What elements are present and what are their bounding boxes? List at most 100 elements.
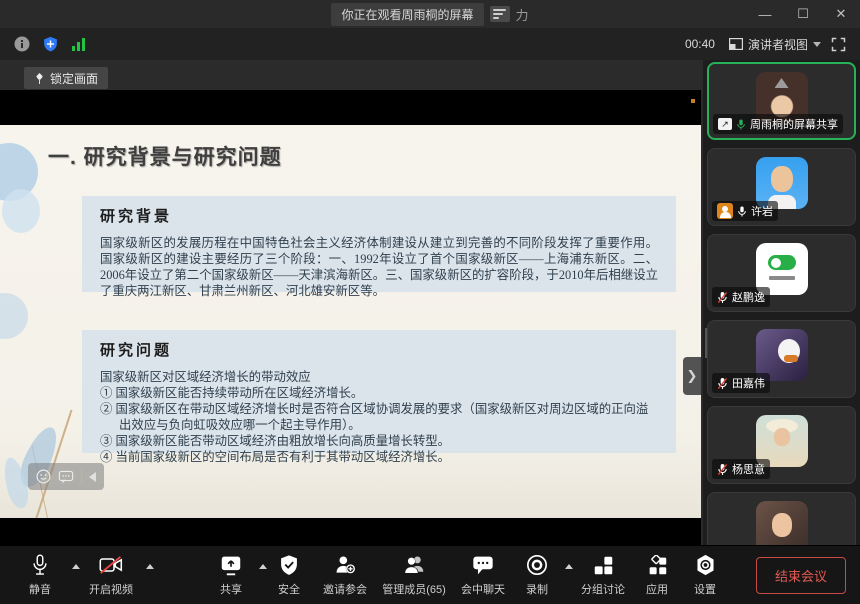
divider [81,469,82,484]
mic-on-icon [737,205,747,218]
close-button[interactable]: ✕ [822,0,860,28]
shield-plus-icon[interactable] [42,35,59,53]
info-icon[interactable] [14,36,30,52]
pin-icon [34,72,45,85]
minimize-button[interactable]: — [746,0,784,28]
video-options-caret[interactable] [146,564,154,569]
breakout-icon [593,555,614,576]
security-button[interactable]: 安全 [266,549,312,601]
participant-name: 周雨桐的屏幕共享 [750,116,838,132]
person-add-icon [334,554,356,576]
chat-icon [472,555,494,576]
presentation-slide: 一. 研究背景与研究问题 研究背景 国家级新区的发展历程在中国特色社会主义经济体… [0,125,701,518]
toggle-caption [769,276,795,280]
participants-sidebar: ↗ 周雨桐的屏幕共享 许岩 赵鹏逸 [703,60,860,545]
manage-members-button[interactable]: 管理成员(65) [376,549,452,601]
screen-share-badge-icon: ↗ [718,118,732,130]
research-background-box: 研究背景 国家级新区的发展历程在中国特色社会主义经济体制建设从建立到完善的不同阶… [82,196,676,292]
chat-bubble-icon[interactable] [58,470,74,484]
participant-name-tag: 田嘉伟 [712,373,770,393]
toolbar-toggle-icon[interactable] [490,6,510,22]
tool-label: 分组讨论 [581,581,625,597]
research-questions-box: 研究问题 国家级新区对区域经济增长的带动效应 ① 国家级新区能否持续带动所在区域… [82,330,676,453]
tool-label: 开启视频 [89,581,133,597]
participant-tile[interactable]: 田嘉伟 [707,320,856,398]
camera-off-icon [99,555,123,575]
participant-name: 赵鹏逸 [732,289,765,305]
view-mode-label: 演讲者视图 [748,36,808,53]
titlebar: 你正在观看周雨桐的屏幕 力 — ☐ ✕ [0,0,860,28]
mute-button[interactable]: 静音 [14,549,66,601]
chat-button[interactable]: 会中聊天 [454,549,512,601]
breakout-rooms-button[interactable]: 分组讨论 [574,549,632,601]
participant-tile-partial[interactable] [707,492,856,545]
participant-tile[interactable]: 许岩 [707,148,856,226]
lock-view-label: 锁定画面 [50,70,98,87]
decor-blue-circle [0,293,28,339]
slide-title: 一. 研究背景与研究问题 [48,141,282,171]
tool-label: 设置 [694,581,716,597]
participant-name: 杨思意 [732,461,765,477]
participant-tile[interactable]: 杨思意 [707,406,856,484]
tool-label: 录制 [526,581,548,597]
emoji-icon[interactable] [36,469,51,484]
maximize-button[interactable]: ☐ [784,0,822,28]
avatar [756,501,808,545]
question-item: ② 国家级新区在带动区域经济增长时是否符合区域协调发展的要求（国家级新区对周边区… [100,401,658,433]
research-background-heading: 研究背景 [100,205,658,226]
screen-share-icon [220,555,242,576]
end-meeting-button[interactable]: 结束会议 [756,557,846,594]
mic-muted-icon [717,291,728,304]
research-background-body: 国家级新区的发展历程在中国特色社会主义经济体制建设从建立到完善的不同阶段发挥了重… [100,235,658,299]
participant-name-tag: 杨思意 [712,459,770,479]
microphone-icon [30,554,50,576]
question-item: ④ 当前国家级新区的空间布局是否有利于其带动区域经济增长。 [100,449,658,465]
tool-label: 应用 [646,581,668,597]
fullscreen-icon[interactable] [831,37,846,52]
participant-name-tag: 许岩 [712,201,778,221]
tool-label: 管理成员(65) [382,581,446,597]
apps-button[interactable]: 应用 [634,549,680,601]
recording-dot [691,99,695,103]
share-screen-button[interactable]: 共享 [208,549,254,601]
view-mode-dropdown[interactable]: 演讲者视图 [729,36,821,53]
settings-icon [695,554,716,576]
chevron-down-icon [813,42,821,47]
participant-name: 田嘉伟 [732,375,765,391]
record-icon [526,554,548,576]
meeting-timer: 00:40 [685,37,715,51]
collapse-left-icon[interactable] [89,472,96,482]
settings-button[interactable]: 设置 [682,549,728,601]
member-badge-icon [717,203,733,219]
invite-button[interactable]: 邀请参会 [316,549,374,601]
statusbar: 00:40 演讲者视图 [0,28,860,60]
shield-check-icon [279,554,299,576]
signal-icon[interactable] [71,37,87,51]
record-options-caret[interactable] [565,564,573,569]
start-video-button[interactable]: 开启视频 [80,549,142,601]
sidebar-collapse-button[interactable]: ❯ [683,357,701,395]
participant-tile[interactable]: 赵鹏逸 [707,234,856,312]
mic-muted-icon [717,377,728,390]
reaction-bar [28,463,104,490]
meeting-window: 你正在观看周雨桐的屏幕 力 — ☐ ✕ 00:40 演讲者视图 [0,0,860,604]
lock-view-button[interactable]: 锁定画面 [24,67,108,89]
participant-name-tag: ↗ 周雨桐的屏幕共享 [713,114,843,134]
decor-blue-circle [2,189,40,233]
participant-tile-sharing[interactable]: ↗ 周雨桐的屏幕共享 [707,62,856,140]
apps-icon [647,555,668,576]
toggle-graphic [768,255,796,270]
tool-label: 安全 [278,581,300,597]
research-questions-heading: 研究问题 [100,339,658,360]
layout-icon [729,38,743,50]
mic-on-icon [736,118,746,131]
research-questions-intro: 国家级新区对区域经济增长的带动效应 [100,369,658,385]
watching-title: 你正在观看周雨桐的屏幕 [331,3,483,26]
participant-name-tag: 赵鹏逸 [712,287,770,307]
participant-name: 许岩 [751,203,773,219]
tool-label: 共享 [220,581,242,597]
tool-label: 静音 [29,581,51,597]
record-button[interactable]: 录制 [514,549,560,601]
mic-options-caret[interactable] [72,564,80,569]
question-item: ③ 国家级新区能否带动区域经济由粗放增长向高质量增长转型。 [100,433,658,449]
